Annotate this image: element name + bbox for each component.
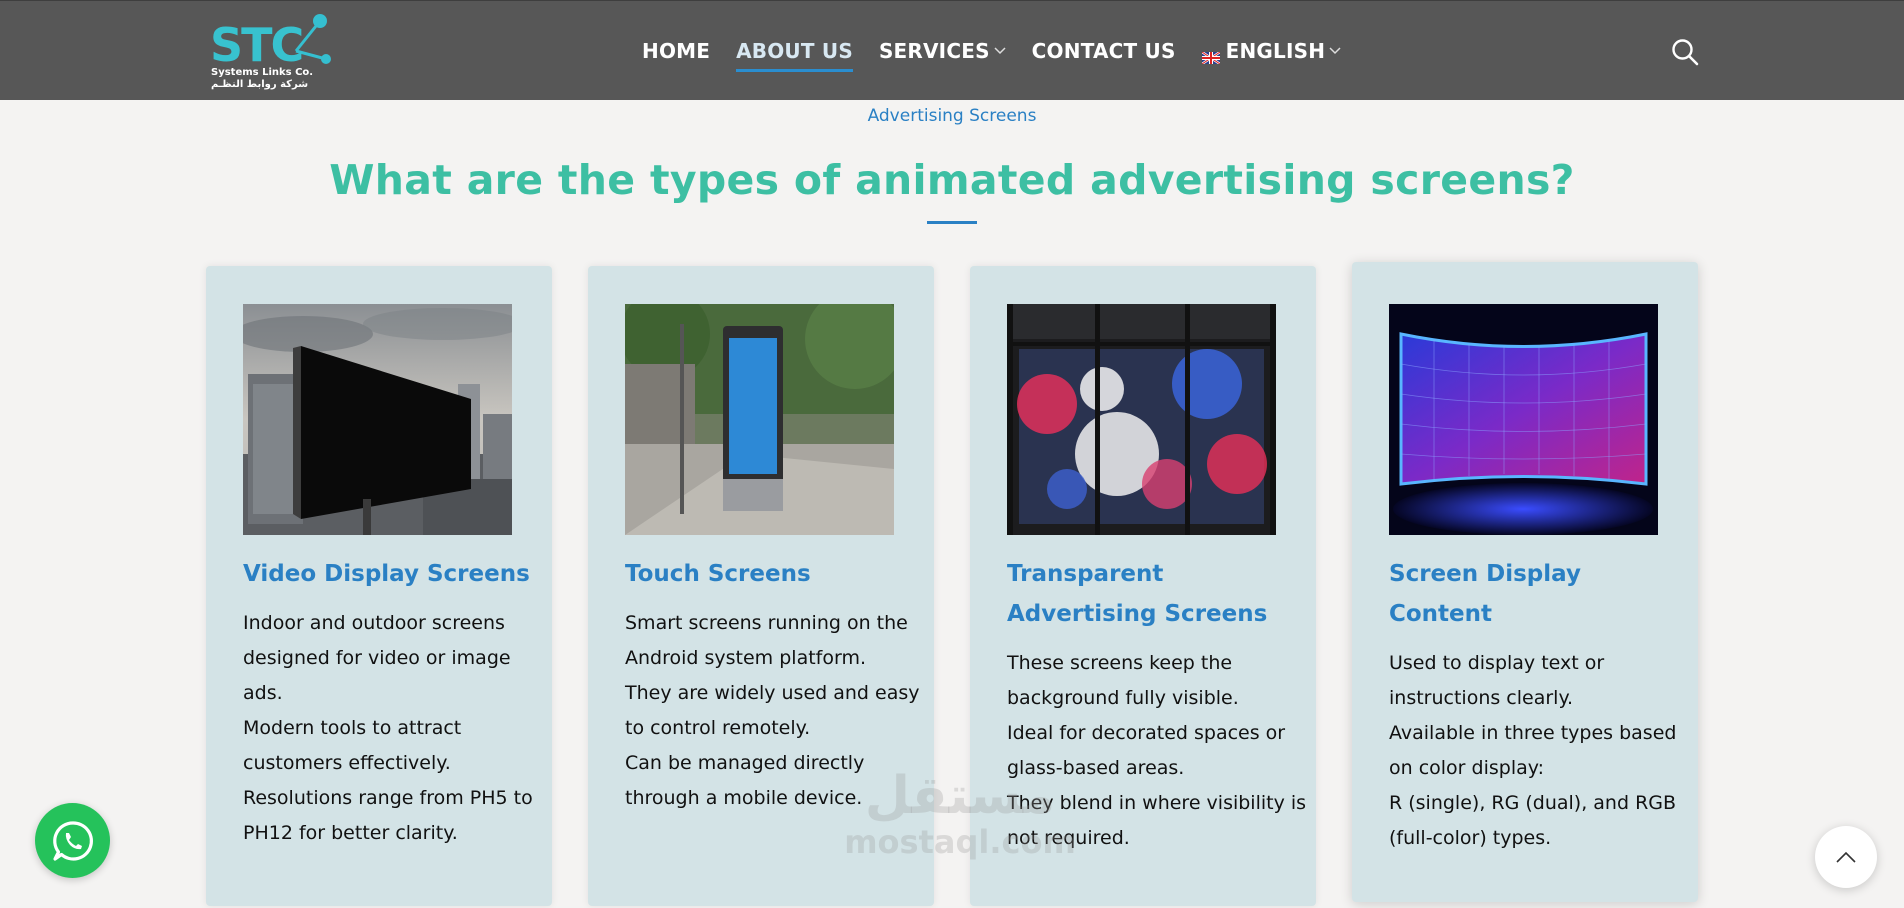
card-screen-display-content: Screen Display Content Used to display t… [1352, 262, 1698, 902]
nav-services[interactable]: SERVICES [879, 39, 1006, 63]
heading-divider [927, 221, 977, 224]
uk-flag-icon [1200, 45, 1221, 65]
card-title: Video Display Screens [243, 561, 530, 587]
section-eyebrow: Advertising Screens [867, 106, 1037, 126]
nav-home[interactable]: HOME [642, 39, 710, 63]
card-image-transparent-screen [1007, 304, 1276, 535]
nav-contact-us-label: CONTACT US [1031, 39, 1176, 63]
card-transparent-advertising-screens: Transparent Advertising Screens These sc… [970, 266, 1316, 906]
card-image-led-wall [1389, 304, 1658, 535]
chevron-down-icon [994, 47, 1006, 55]
card-title: Transparent Advertising Screens [1007, 561, 1268, 627]
nav-home-label: HOME [642, 39, 711, 63]
nav-contact-us[interactable]: CONTACT US [1032, 39, 1176, 63]
card-description: Used to display text or instructions cle… [1389, 646, 1689, 856]
card-text-line: R (single), RG (dual), and RGB (full-col… [1389, 792, 1677, 849]
search-icon [1672, 39, 1699, 66]
card-image-billboard [243, 304, 512, 535]
card-description: These screens keep the background fully … [1007, 646, 1307, 856]
nav-about-us-label: ABOUT US [736, 39, 853, 63]
card-description: Smart screens running on the Android sys… [625, 606, 925, 816]
card-title: Screen Display Content [1389, 561, 1581, 627]
whatsapp-chat-button[interactable] [35, 803, 110, 878]
site-header: STC Systems Links Co. شركة روابط النظـم … [0, 0, 1904, 100]
language-label: ENGLISH [1225, 39, 1326, 63]
card-text-line: Can be managed directly through a mobile… [625, 752, 865, 809]
card-text-line: These screens keep the background fully … [1007, 652, 1239, 709]
card-text-line: Modern tools to attract customers effect… [243, 717, 462, 774]
card-title: Touch Screens [625, 561, 811, 587]
company-logo[interactable]: STC Systems Links Co. شركة روابط النظـم [208, 9, 348, 95]
card-text-line: Ideal for decorated spaces or glass-base… [1007, 722, 1286, 779]
chevron-up-icon [1836, 851, 1856, 863]
logo-mark: STC [210, 14, 331, 72]
search-button[interactable] [1670, 37, 1700, 67]
nav-about-us[interactable]: ABOUT US [736, 39, 853, 72]
card-text-line: Available in three types based on color … [1389, 722, 1677, 779]
card-description: Indoor and outdoor screens designed for … [243, 606, 543, 851]
scroll-to-top-button[interactable] [1815, 826, 1877, 888]
card-image-kiosk [625, 304, 894, 535]
card-video-display-screens: Video Display Screens Indoor and outdoor… [206, 266, 552, 906]
card-touch-screens: Touch Screens Smart screens running on t… [588, 266, 934, 906]
logo-subtitle-ar: شركة روابط النظـم [211, 79, 309, 90]
chevron-down-icon [1329, 47, 1341, 55]
nav-services-label: SERVICES [878, 39, 990, 63]
card-text-line: Smart screens running on the Android sys… [625, 612, 908, 669]
card-text-line: They are widely used and easy to control… [625, 682, 920, 739]
card-text-line: Used to display text or instructions cle… [1389, 652, 1605, 709]
svg-text:STC: STC [210, 18, 302, 69]
logo-subtitle-en: Systems Links Co. [211, 67, 314, 78]
card-text-line: Indoor and outdoor screens designed for … [243, 612, 511, 704]
section-heading: What are the types of animated advertisi… [329, 156, 1575, 204]
main-nav: HOME ABOUT US SERVICES CONTACT US ENGLIS… [642, 39, 1342, 72]
card-text-line: They blend in where visibility is not re… [1007, 792, 1307, 849]
card-text-line: Resolutions range from PH5 to PH12 for b… [243, 787, 533, 844]
whatsapp-icon [52, 820, 93, 861]
language-switcher[interactable]: ENGLISH [1200, 39, 1342, 65]
